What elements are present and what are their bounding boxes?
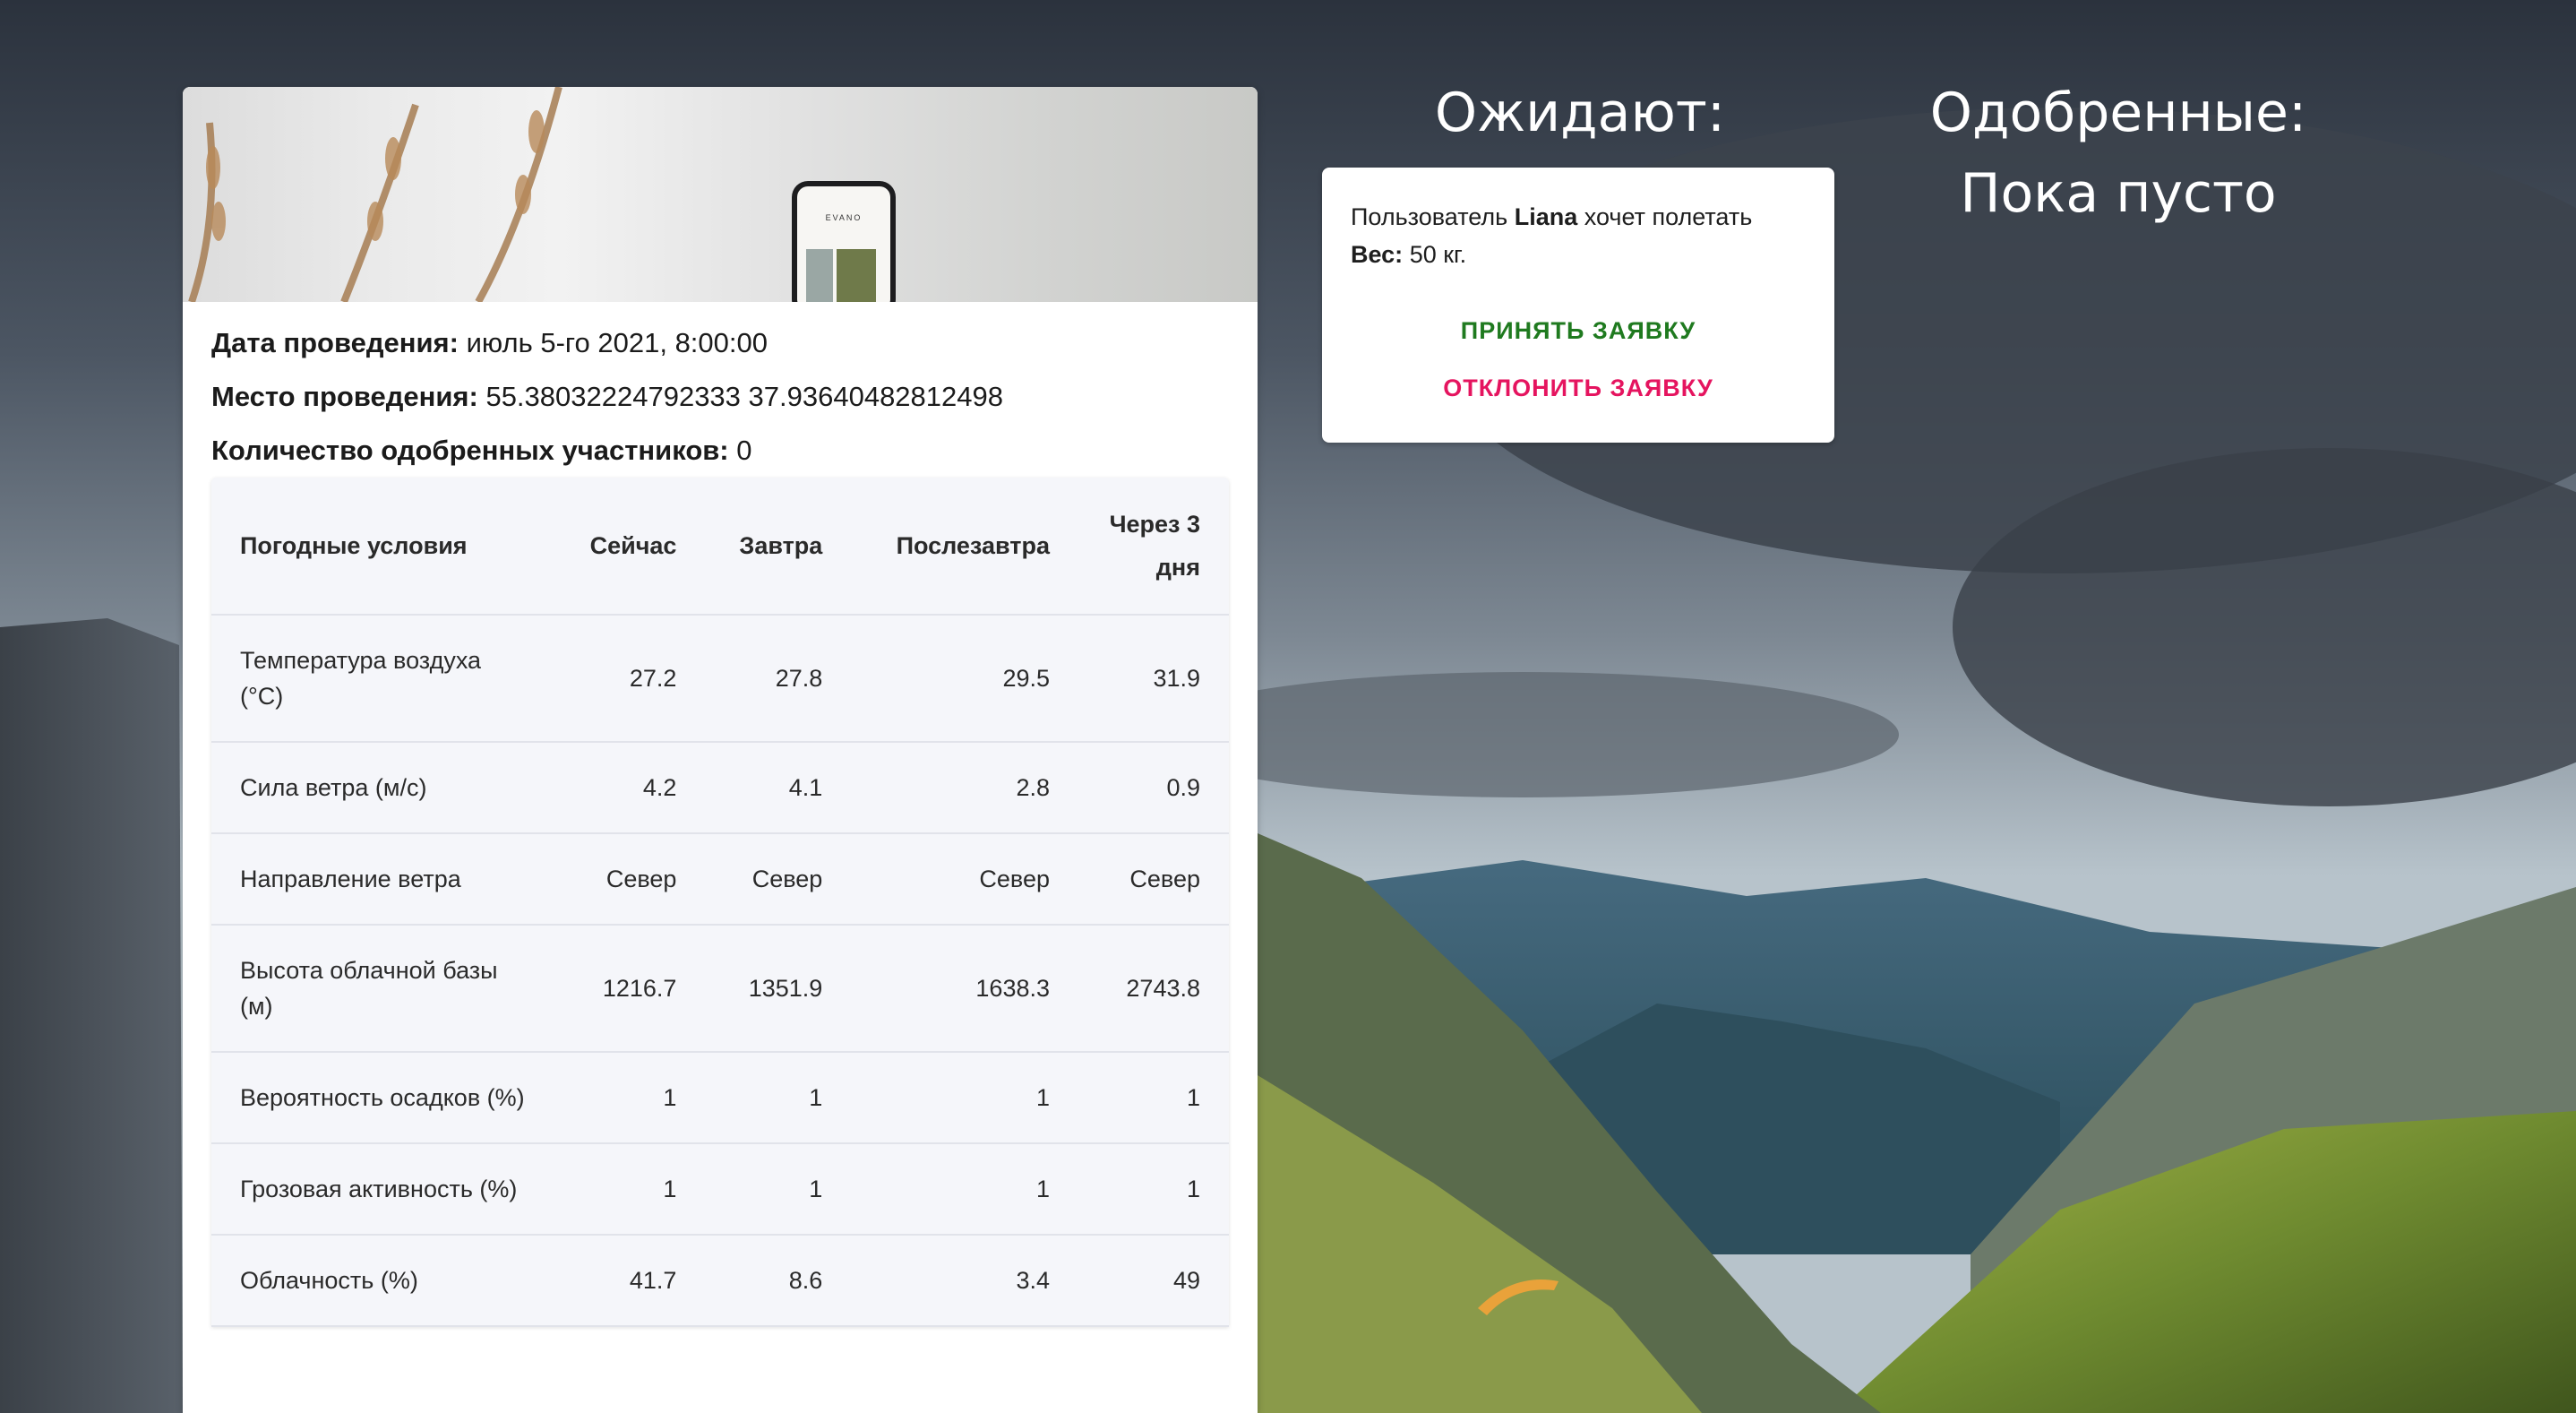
- phone-brand-text: EVANO: [825, 213, 863, 222]
- weather-table-container: Погодные условия Сейчас Завтра Послезавт…: [211, 478, 1229, 1327]
- request-weight-line: Вес: 50 кг.: [1351, 236, 1806, 273]
- cell-day-after: 1: [851, 1052, 1078, 1144]
- cell-in-3-days: 31.9: [1078, 615, 1229, 743]
- row-label: Облачность (%): [211, 1235, 555, 1327]
- event-place: Место проведения: 55.38032224792333 37.9…: [211, 383, 1229, 411]
- cell-tomorrow: 8.6: [705, 1235, 852, 1327]
- header-conditions: Погодные условия: [211, 478, 555, 616]
- table-row: Облачность (%) 41.7 8.6 3.4 49: [211, 1235, 1229, 1327]
- pending-heading: Ожидают:: [1434, 82, 1726, 144]
- header-day-after: Послезавтра: [851, 478, 1078, 616]
- header-now: Сейчас: [555, 478, 706, 616]
- event-date-value: июль 5-го 2021, 8:00:00: [466, 327, 768, 358]
- table-row: Грозовая активность (%) 1 1 1 1: [211, 1143, 1229, 1236]
- cell-in-3-days: 2743.8: [1078, 925, 1229, 1053]
- event-info: Дата проведения: июль 5-го 2021, 8:00:00…: [183, 302, 1258, 465]
- cell-tomorrow: 1: [705, 1052, 852, 1144]
- table-row: Сила ветра (м/с) 4.2 4.1 2.8 0.9: [211, 742, 1229, 834]
- cell-in-3-days: 1: [1078, 1052, 1229, 1144]
- cell-now: 41.7: [555, 1235, 706, 1327]
- approved-count-value: 0: [736, 435, 752, 466]
- table-row: Вероятность осадков (%) 1 1 1 1: [211, 1052, 1229, 1144]
- request-card: Пользователь Liana хочет полетать Вес: 5…: [1322, 168, 1834, 443]
- cell-in-3-days: 0.9: [1078, 742, 1229, 834]
- row-label: Сила ветра (м/с): [211, 742, 555, 834]
- cell-now: Север: [555, 833, 706, 926]
- cell-tomorrow: 1351.9: [705, 925, 852, 1053]
- page-root: EVANO Дата проведения: июль 5-го 2021, 8…: [0, 0, 2576, 1413]
- cell-day-after: Север: [851, 833, 1078, 926]
- row-label: Направление ветра: [211, 833, 555, 926]
- event-card: EVANO Дата проведения: июль 5-го 2021, 8…: [183, 87, 1258, 1413]
- weight-value: 50 кг.: [1409, 241, 1467, 268]
- weather-table: Погодные условия Сейчас Завтра Послезавт…: [211, 478, 1229, 1327]
- event-place-value: 55.38032224792333 37.93640482812498: [485, 381, 1003, 412]
- phone-mockup: EVANO: [792, 181, 896, 302]
- approved-count-label: Количество одобренных участников:: [211, 435, 729, 466]
- cell-day-after: 29.5: [851, 615, 1078, 743]
- request-prefix: Пользователь: [1351, 203, 1508, 230]
- cell-day-after: 1: [851, 1143, 1078, 1236]
- row-label: Температура воздуха (°C): [211, 615, 555, 743]
- weather-table-header-row: Погодные условия Сейчас Завтра Послезавт…: [211, 478, 1229, 616]
- row-label: Высота облачной базы (м): [211, 925, 555, 1053]
- cell-now: 1: [555, 1052, 706, 1144]
- event-image: EVANO: [183, 87, 1258, 302]
- approved-empty-text: Пока пусто: [1960, 162, 2277, 225]
- event-date: Дата проведения: июль 5-го 2021, 8:00:00: [211, 329, 1229, 358]
- accept-request-button[interactable]: ПРИНЯТЬ ЗАЯВКУ: [1351, 313, 1806, 349]
- row-label: Вероятность осадков (%): [211, 1052, 555, 1144]
- cell-day-after: 3.4: [851, 1235, 1078, 1327]
- event-place-label: Место проведения:: [211, 381, 478, 412]
- header-tomorrow: Завтра: [705, 478, 852, 616]
- cell-day-after: 2.8: [851, 742, 1078, 834]
- weight-label: Вес:: [1351, 241, 1404, 268]
- table-row: Направление ветра Север Север Север Севе…: [211, 833, 1229, 926]
- cell-in-3-days: 1: [1078, 1143, 1229, 1236]
- cell-tomorrow: Север: [705, 833, 852, 926]
- cell-now: 1216.7: [555, 925, 706, 1053]
- table-row: Температура воздуха (°C) 27.2 27.8 29.5 …: [211, 615, 1229, 743]
- table-row: Высота облачной базы (м) 1216.7 1351.9 1…: [211, 925, 1229, 1053]
- event-date-label: Дата проведения:: [211, 327, 459, 358]
- cell-now: 4.2: [555, 742, 706, 834]
- decline-request-button[interactable]: ОТКЛОНИТЬ ЗАЯВКУ: [1351, 370, 1806, 406]
- approved-heading: Одобренные:: [1929, 82, 2307, 144]
- request-user-line: Пользователь Liana хочет полетать: [1351, 198, 1806, 236]
- dried-grass-decoration: [188, 87, 562, 302]
- cell-now: 27.2: [555, 615, 706, 743]
- request-suffix: хочет полетать: [1584, 203, 1753, 230]
- header-in-3-days: Через 3 дня: [1078, 478, 1229, 616]
- cell-tomorrow: 1: [705, 1143, 852, 1236]
- cell-in-3-days: Север: [1078, 833, 1229, 926]
- cell-now: 1: [555, 1143, 706, 1236]
- cell-tomorrow: 4.1: [705, 742, 852, 834]
- cell-tomorrow: 27.8: [705, 615, 852, 743]
- row-label: Грозовая активность (%): [211, 1143, 555, 1236]
- request-user-name: Liana: [1514, 203, 1578, 230]
- cell-in-3-days: 49: [1078, 1235, 1229, 1327]
- cell-day-after: 1638.3: [851, 925, 1078, 1053]
- event-approved-count: Количество одобренных участников: 0: [211, 436, 1229, 465]
